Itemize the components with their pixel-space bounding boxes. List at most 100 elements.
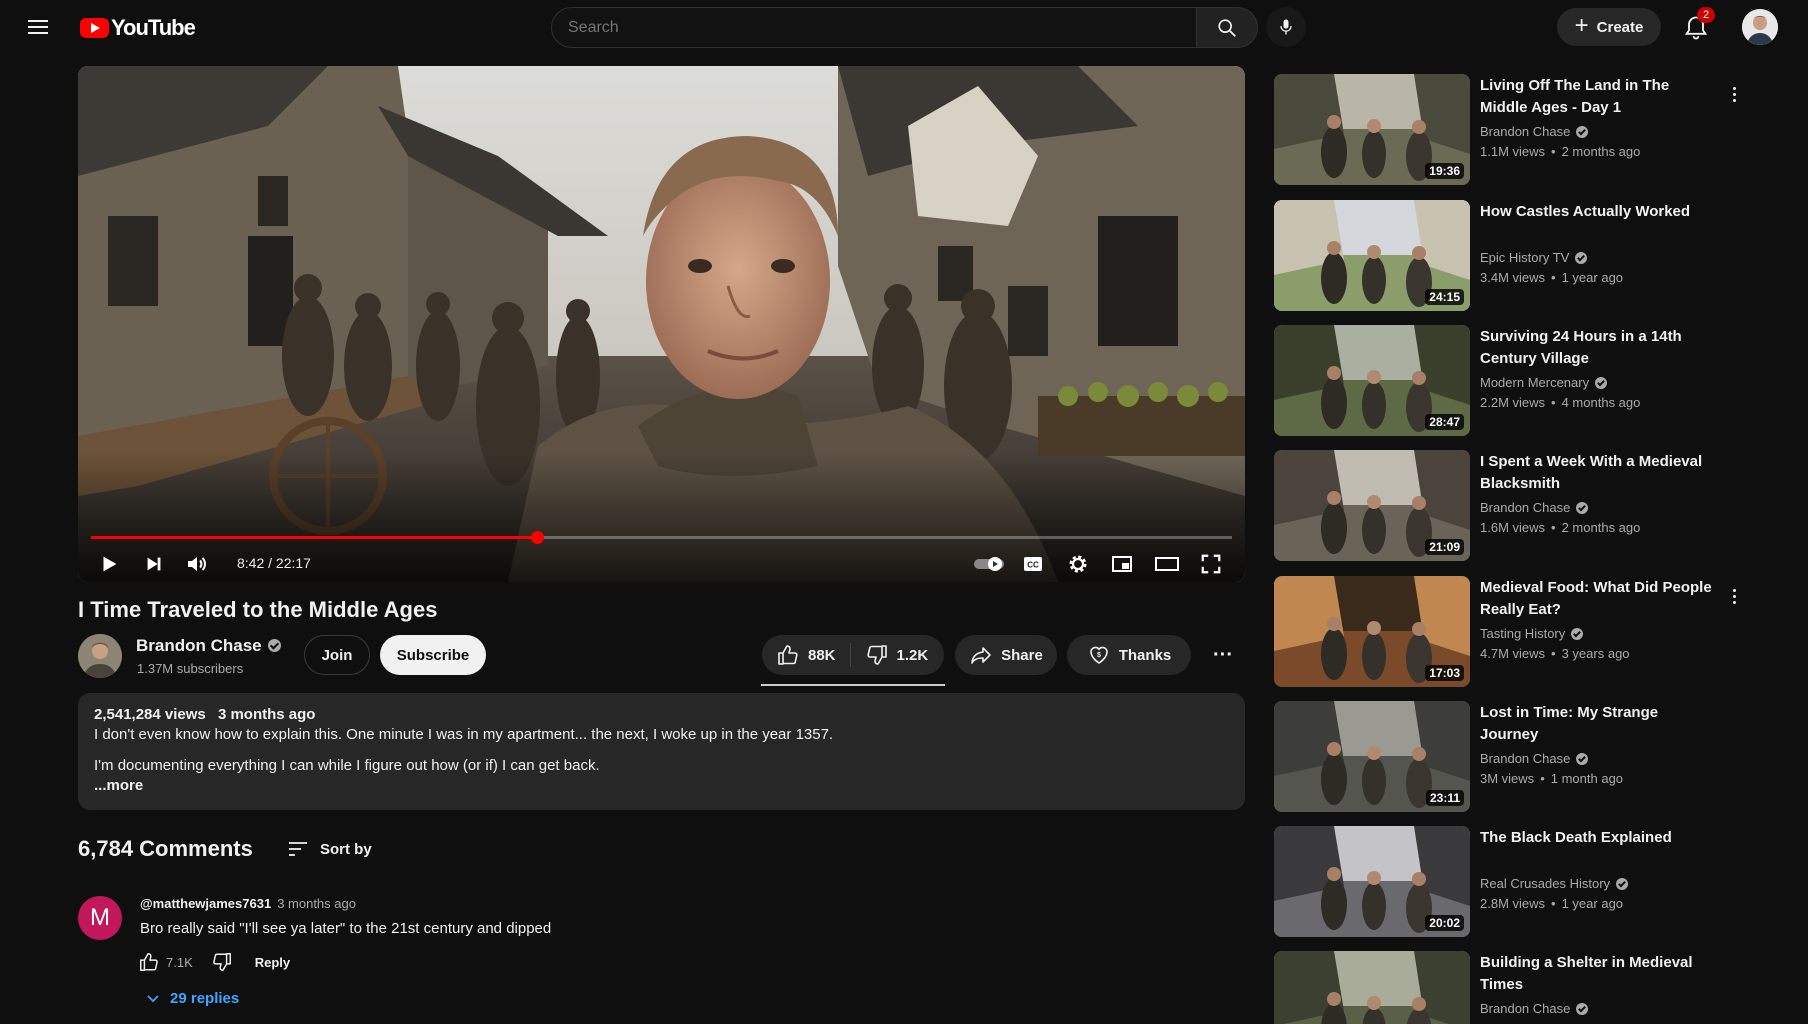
view-replies-button[interactable]: 29 replies	[146, 990, 239, 1007]
like-button[interactable]: 88K	[762, 635, 850, 675]
video-duration: 17:03	[1425, 665, 1464, 681]
recommended-stats: 3M views • 1 month ago	[1480, 771, 1623, 786]
settings-button[interactable]	[1063, 549, 1093, 579]
recommended-views: 3.4M views	[1480, 270, 1546, 285]
verified-icon	[1575, 251, 1588, 264]
commenter-avatar[interactable]: M	[78, 896, 122, 940]
search-button[interactable]	[1196, 7, 1258, 48]
search-icon	[1218, 19, 1236, 37]
channel-avatar[interactable]	[78, 634, 122, 678]
miniplayer-button[interactable]	[1107, 549, 1137, 579]
recommended-channel[interactable]: Brandon Chase	[1480, 1001, 1589, 1016]
menu-icon[interactable]	[26, 16, 50, 40]
more-options-icon[interactable]	[1724, 584, 1744, 608]
theater-mode-button[interactable]	[1152, 549, 1182, 579]
video-frame	[78, 66, 1245, 582]
thanks-button[interactable]: $ Thanks	[1067, 635, 1191, 675]
create-button[interactable]: + Create	[1557, 8, 1661, 46]
fullscreen-button[interactable]	[1196, 549, 1226, 579]
video-duration: 24:15	[1425, 289, 1464, 305]
recommended-video-title[interactable]: I Spent a Week With a Medieval Blacksmit…	[1480, 451, 1720, 495]
youtube-logo[interactable]: YouTube	[80, 14, 196, 42]
recommended-video-title[interactable]: Living Off The Land in The Middle Ages -…	[1480, 75, 1720, 119]
volume-button[interactable]	[182, 549, 212, 579]
recommended-video[interactable]: Building a Shelter in Medieval Times Bran…	[1274, 951, 1774, 1024]
autoplay-toggle[interactable]	[970, 549, 1010, 579]
recommended-video[interactable]: 24:15 How Castles Actually Worked Epic His…	[1274, 200, 1774, 312]
video-title: I Time Traveled to the Middle Ages	[78, 597, 438, 622]
captions-icon: CC	[1024, 557, 1042, 571]
recommended-video[interactable]: 28:47 Surviving 24 Hours in a 14th Centur…	[1274, 325, 1774, 437]
video-thumbnail[interactable]: 17:03	[1274, 576, 1470, 687]
comment-time[interactable]: 3 months ago	[277, 896, 356, 911]
recommended-channel[interactable]: Brandon Chase	[1480, 500, 1589, 515]
channel-name[interactable]: Brandon Chase	[136, 636, 281, 656]
recommended-channel[interactable]: Epic History TV	[1480, 250, 1588, 265]
share-button[interactable]: Share	[955, 635, 1057, 675]
recommended-video-title[interactable]: Building a Shelter in Medieval Times	[1480, 952, 1720, 996]
account-avatar[interactable]	[1742, 9, 1778, 45]
like-count: 88K	[808, 646, 836, 664]
recommended-video-title[interactable]: Lost in Time: My Strange Journey	[1480, 702, 1720, 746]
dislike-button[interactable]: 1.2K	[851, 635, 943, 675]
recommended-views: 4.7M views	[1480, 646, 1546, 661]
recommended-channel-name: Brandon Chase	[1480, 1001, 1571, 1016]
description-box[interactable]: 2,541,284 views 3 months ago I don't eve…	[78, 693, 1245, 810]
recommended-video[interactable]: 20:02 The Black Death Explained Real Crusa…	[1274, 826, 1774, 938]
sort-by-button[interactable]: Sort by	[286, 837, 372, 861]
comment-author-handle[interactable]: @matthewjames7631	[140, 896, 271, 911]
video-duration: 23:11	[1425, 790, 1464, 806]
recommended-video[interactable]: 23:11 Lost in Time: My Strange Journey Bra…	[1274, 701, 1774, 813]
recommended-channel[interactable]: Brandon Chase	[1480, 751, 1589, 766]
verified-icon	[1616, 877, 1629, 890]
search-input[interactable]	[568, 17, 1168, 39]
recommended-stats: 1.6M views • 2 months ago	[1480, 520, 1640, 535]
recommended-views: 1.1M views	[1480, 144, 1546, 159]
recommended-video-title[interactable]: Medieval Food: What Did People Really Ea…	[1480, 577, 1720, 621]
recommended-video-title[interactable]: Surviving 24 Hours in a 14th Century Vil…	[1480, 326, 1720, 370]
recommended-video[interactable]: 19:36 Living Off The Land in The Middle A…	[1274, 74, 1774, 186]
recommended-video[interactable]: 17:03 Medieval Food: What Did People Real…	[1274, 576, 1774, 688]
recommended-video-title[interactable]: The Black Death Explained	[1480, 827, 1720, 849]
play-button[interactable]	[94, 549, 124, 579]
recommended-video[interactable]: 21:09 I Spent a Week With a Medieval Blac…	[1274, 450, 1774, 562]
video-thumbnail[interactable]: 23:11	[1274, 701, 1470, 812]
video-duration: 21:09	[1425, 539, 1464, 555]
sort-icon	[289, 842, 307, 856]
recommended-channel[interactable]: Real Crusades History	[1480, 876, 1629, 891]
video-thumbnail[interactable]	[1274, 951, 1470, 1024]
comment-reply-button[interactable]: Reply	[255, 955, 290, 970]
recommended-channel-name: Modern Mercenary	[1480, 375, 1590, 390]
thanks-label: Thanks	[1118, 646, 1172, 664]
more-actions-button[interactable]: ···	[1203, 635, 1243, 675]
share-label: Share	[1001, 646, 1043, 664]
comment-like-icon[interactable]	[138, 951, 160, 973]
separator-dot: •	[1551, 395, 1556, 410]
video-thumbnail[interactable]: 28:47	[1274, 325, 1470, 436]
comment-dislike-icon[interactable]	[211, 951, 233, 973]
video-thumbnail[interactable]: 19:36	[1274, 74, 1470, 185]
search-box	[551, 7, 1197, 48]
video-thumbnail[interactable]: 21:09	[1274, 450, 1470, 561]
recommended-views: 2.8M views	[1480, 896, 1546, 911]
description-more-link[interactable]: ...more	[94, 777, 1229, 794]
next-button[interactable]	[139, 549, 169, 579]
recommended-channel[interactable]: Modern Mercenary	[1480, 375, 1608, 390]
comment-text: Bro really said "I'll see ya later" to t…	[140, 920, 552, 937]
sort-by-label: Sort by	[320, 840, 372, 858]
video-thumbnail[interactable]: 20:02	[1274, 826, 1470, 937]
video-player[interactable]: 8:42 / 22:17 CC	[78, 66, 1245, 582]
captions-button[interactable]: CC	[1018, 549, 1048, 579]
voice-search-button[interactable]	[1266, 7, 1306, 47]
recommended-channel[interactable]: Brandon Chase	[1480, 124, 1589, 139]
create-label: Create	[1596, 18, 1644, 36]
subscribe-button[interactable]: Subscribe	[380, 635, 486, 675]
recommended-video-title[interactable]: How Castles Actually Worked	[1480, 201, 1720, 223]
join-button[interactable]: Join	[304, 635, 370, 675]
video-thumbnail[interactable]: 24:15	[1274, 200, 1470, 311]
subscriber-count: 1.37M subscribers	[137, 661, 244, 676]
recommended-age: 2 months ago	[1561, 520, 1641, 535]
progress-bar[interactable]	[91, 531, 1232, 544]
more-options-icon[interactable]	[1724, 82, 1744, 106]
recommended-channel[interactable]: Tasting History	[1480, 626, 1584, 641]
